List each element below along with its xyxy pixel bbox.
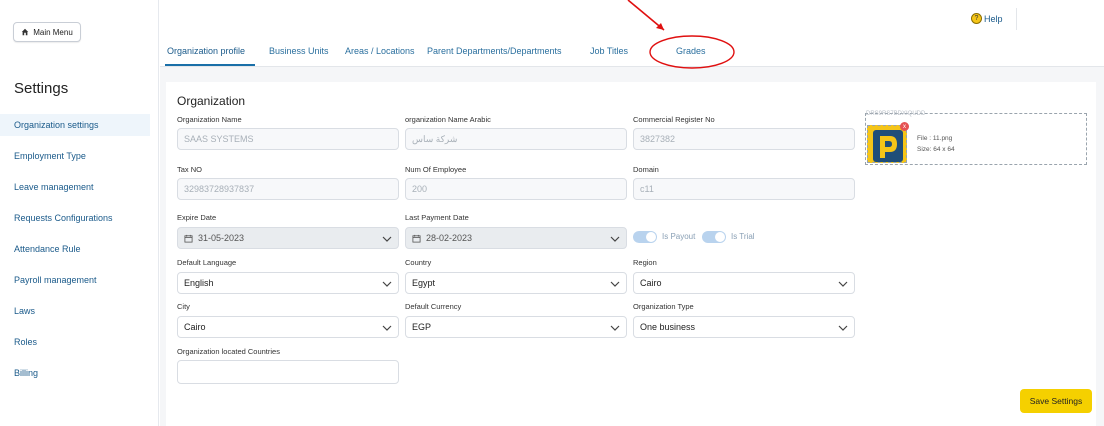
tab-organization-profile[interactable]: Organization profile	[167, 46, 245, 56]
logo-thumbnail	[867, 125, 907, 163]
sidebar-item-employment-type[interactable]: Employment Type	[0, 145, 150, 167]
annotation-arrow	[627, 0, 735, 69]
region-select[interactable]: Cairo	[633, 272, 855, 294]
org-type-value: One business	[640, 322, 696, 332]
upload-hint: DRS9RS7BDXIQUDD	[866, 111, 926, 117]
default-language-select[interactable]: English	[177, 272, 399, 294]
chevron-down-icon	[610, 281, 620, 287]
is-payout-toggle[interactable]	[633, 231, 657, 243]
sidebar-item-billing[interactable]: Billing	[0, 362, 150, 384]
commercial-reg-field[interactable]: 3827382	[633, 128, 855, 150]
org-type-label: Organization Type	[633, 302, 694, 311]
country-label: Country	[405, 258, 432, 267]
org-name-field[interactable]: SAAS SYSTEMS	[177, 128, 399, 150]
active-tab-indicator	[165, 64, 255, 66]
sidebar-item-attendance-rule[interactable]: Attendance Rule	[0, 238, 150, 260]
sidebar: Main Menu Settings Organization settings…	[0, 0, 159, 426]
num-employee-label: Num Of Employee	[405, 165, 467, 174]
country-value: Egypt	[412, 278, 436, 288]
home-icon	[22, 28, 29, 36]
org-name-ar-label: organization Name Arabic	[405, 115, 491, 124]
calendar-icon	[412, 234, 421, 243]
is-trial-toggle[interactable]	[702, 231, 726, 243]
header-divider	[1016, 8, 1017, 30]
tax-no-field[interactable]: 32983728937837	[177, 178, 399, 200]
save-settings-button[interactable]: Save Settings	[1020, 389, 1092, 413]
chevron-down-icon	[838, 281, 848, 287]
org-name-label: Organization Name	[177, 115, 242, 124]
located-countries-label: Organization located Countries	[177, 347, 280, 356]
help-link[interactable]: ? Help	[971, 13, 1003, 24]
help-icon: ?	[971, 13, 982, 24]
tax-no-label: Tax NO	[177, 165, 203, 174]
org-type-select[interactable]: One business	[633, 316, 855, 338]
chevron-down-icon	[382, 236, 392, 242]
last-payment-value: 28-02-2023	[426, 233, 473, 243]
main-menu-label: Main Menu	[33, 27, 73, 37]
last-payment-label: Last Payment Date	[405, 213, 469, 222]
default-language-value: English	[184, 278, 214, 288]
help-label: Help	[984, 13, 1003, 24]
expire-date-value: 31-05-2023	[198, 233, 245, 243]
default-currency-select[interactable]: EGP	[405, 316, 627, 338]
default-language-label: Default Language	[177, 258, 237, 267]
expire-date-label: Expire Date	[177, 213, 217, 222]
chevron-down-icon	[838, 325, 848, 331]
sidebar-item-laws[interactable]: Laws	[0, 300, 150, 322]
tab-parent-departments[interactable]: Parent Departments/Departments	[427, 46, 562, 56]
is-trial-label: Is Trial	[731, 232, 755, 241]
default-currency-label: Default Currency	[405, 302, 462, 311]
expire-date-field[interactable]: 31-05-2023	[177, 227, 399, 249]
remove-file-icon[interactable]: x	[900, 122, 909, 131]
logo-image	[873, 130, 903, 162]
city-value: Cairo	[184, 322, 206, 332]
sidebar-item-organization-settings[interactable]: Organization settings	[0, 114, 150, 136]
tab-areas-locations[interactable]: Areas / Locations	[345, 46, 415, 56]
chevron-down-icon	[610, 236, 620, 242]
org-name-ar-field[interactable]: شركة ساس	[405, 128, 627, 150]
chevron-down-icon	[610, 325, 620, 331]
country-select[interactable]: Egypt	[405, 272, 627, 294]
chevron-down-icon	[382, 325, 392, 331]
region-value: Cairo	[640, 278, 662, 288]
domain-label: Domain	[633, 165, 659, 174]
region-label: Region	[633, 258, 657, 267]
file-name: File : 11.png	[917, 135, 953, 142]
settings-title: Settings	[14, 80, 69, 97]
file-size: Size: 64 x 64	[917, 146, 955, 153]
num-employee-field[interactable]: 200	[405, 178, 627, 200]
commercial-reg-label: Commercial Register No	[633, 115, 715, 124]
sidebar-item-payroll-management[interactable]: Payroll management	[0, 269, 150, 291]
last-payment-field[interactable]: 28-02-2023	[405, 227, 627, 249]
default-currency-value: EGP	[412, 322, 432, 332]
city-select[interactable]: Cairo	[177, 316, 399, 338]
sidebar-item-leave-management[interactable]: Leave management	[0, 176, 150, 198]
sidebar-item-requests-configurations[interactable]: Requests Configurations	[0, 207, 150, 229]
tab-business-units[interactable]: Business Units	[269, 46, 329, 56]
domain-field[interactable]: c11	[633, 178, 855, 200]
city-label: City	[177, 302, 190, 311]
main-menu-button[interactable]: Main Menu	[13, 22, 81, 42]
is-payout-label: Is Payout	[662, 232, 696, 241]
chevron-down-icon	[382, 281, 392, 287]
section-title: Organization	[177, 94, 246, 108]
located-countries-field[interactable]	[177, 360, 399, 384]
calendar-icon	[184, 234, 193, 243]
sidebar-item-roles[interactable]: Roles	[0, 331, 150, 353]
